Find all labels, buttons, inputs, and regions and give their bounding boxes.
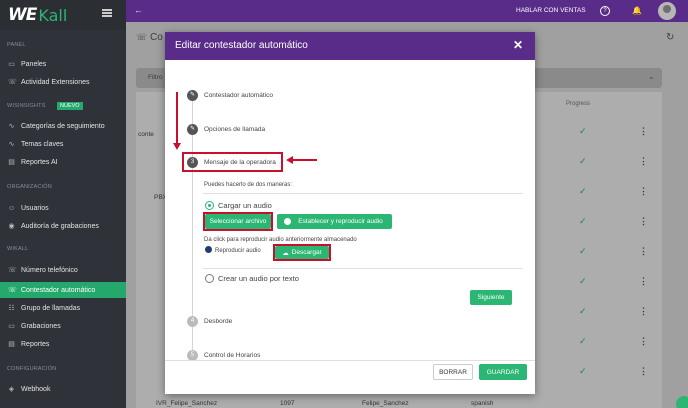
section-organizacion: ORGANIZACIÓN bbox=[7, 184, 52, 190]
divider bbox=[203, 268, 523, 269]
phone-icon: ☏ bbox=[8, 267, 17, 274]
logo-we: WE bbox=[8, 5, 37, 25]
bell-icon[interactable]: 🔔 bbox=[632, 6, 642, 15]
pencil-icon: ✎ bbox=[187, 90, 198, 101]
annotation-box bbox=[182, 152, 283, 172]
sidebar-item-label: Usuarios bbox=[21, 205, 49, 212]
sidebar-item-label: Auditoría de grabaciones bbox=[21, 223, 99, 230]
sidebar-item-temas[interactable]: ∿ Temas claves bbox=[0, 137, 126, 152]
sidebar: WE Kall PANEL ▭ Paneles ☏ Actividad Extens… bbox=[0, 0, 126, 408]
pencil-icon: ✎ bbox=[187, 124, 198, 135]
sidebar-item-label: Paneles bbox=[21, 61, 47, 68]
annotation-arrow-line bbox=[176, 92, 178, 144]
sidebar-item-label: Temas claves bbox=[21, 141, 64, 148]
help-icon[interactable]: ? bbox=[600, 6, 610, 16]
annotation-box bbox=[203, 212, 273, 231]
sidebar-item-label: Grabaciones bbox=[21, 323, 61, 330]
phone-icon: ☏ bbox=[8, 79, 17, 86]
add-icon bbox=[284, 218, 291, 225]
sidebar-item-actividad[interactable]: ☏ Actividad Extensiones bbox=[0, 75, 126, 90]
sidebar-item-label: Webhook bbox=[21, 386, 51, 393]
sidebar-item-label: Número telefónico bbox=[21, 267, 78, 274]
talk-to-sales-link[interactable]: HABLAR CON VENTAS bbox=[516, 7, 586, 14]
trend-icon: ∿ bbox=[8, 141, 15, 148]
sidebar-item-usuarios[interactable]: ☺ Usuarios bbox=[0, 201, 126, 216]
user-icon: ☺ bbox=[8, 205, 16, 212]
step-label[interactable]: Opciones de llamada bbox=[204, 126, 265, 133]
radio-text[interactable] bbox=[205, 274, 214, 283]
trend-icon: ∿ bbox=[8, 123, 15, 130]
sidebar-item-label: Reportes bbox=[21, 341, 50, 348]
report-icon: ▤ bbox=[8, 341, 15, 348]
modal-body: ✎ Contestador automático ✎ Opciones de l… bbox=[165, 60, 535, 360]
sidebar-item-label: Contestador automático bbox=[21, 286, 96, 294]
sidebar-item-numero[interactable]: ☏ Número telefónico bbox=[0, 263, 126, 278]
sidebar-item-reportes[interactable]: ▤ Reportes bbox=[0, 337, 126, 352]
radio-upload[interactable] bbox=[205, 201, 214, 210]
topbar: ← HABLAR CON VENTAS ? 🔔 bbox=[126, 0, 688, 22]
sidebar-item-label: Categorías de seguimiento bbox=[21, 123, 105, 130]
step-label[interactable]: Control de Horarios bbox=[204, 352, 260, 359]
intro-text: Puedes hacerlo de dos maneras: bbox=[204, 182, 293, 188]
annotation-arrowhead bbox=[173, 143, 181, 150]
clear-button[interactable]: BORRAR bbox=[433, 364, 473, 380]
close-icon[interactable]: ✕ bbox=[513, 38, 523, 52]
panel-icon: ▭ bbox=[8, 61, 15, 68]
step-label[interactable]: Desborde bbox=[204, 318, 232, 325]
sidebar-item-label: Reportes AI bbox=[21, 159, 58, 166]
play-label[interactable]: Reproducir audio bbox=[215, 248, 261, 254]
record-icon: ◉ bbox=[8, 223, 15, 230]
menu-toggle-icon[interactable] bbox=[102, 9, 112, 17]
establish-play-label: Establecer y reproducir audio bbox=[298, 218, 383, 225]
phone-icon: ☏ bbox=[8, 286, 17, 294]
section-wikall: WIKALL bbox=[7, 246, 29, 252]
next-button[interactable]: Siguiente bbox=[470, 290, 512, 305]
play-icon[interactable] bbox=[205, 246, 212, 253]
divider bbox=[203, 193, 523, 194]
option-upload-label: Cargar un audio bbox=[218, 201, 272, 210]
webhook-icon: ◈ bbox=[8, 386, 15, 393]
support-chat-icon[interactable] bbox=[676, 396, 688, 408]
sidebar-item-categorias[interactable]: ∿ Categorías de seguimiento bbox=[0, 119, 126, 134]
back-arrow-icon[interactable]: ← bbox=[134, 5, 143, 15]
section-wisinsights: WISINSIGHTS bbox=[7, 103, 46, 109]
step-number-icon: 5 bbox=[187, 350, 198, 360]
sidebar-item-contestador[interactable]: ☏ Contestador automático bbox=[0, 282, 126, 298]
sidebar-item-webhook[interactable]: ◈ Webhook bbox=[0, 382, 126, 397]
option-text-label: Crear un audio por texto bbox=[218, 274, 299, 283]
sidebar-item-grupo[interactable]: ☷ Grupo de llamadas bbox=[0, 301, 126, 316]
section-panel: PANEL bbox=[7, 42, 26, 48]
sidebar-item-reportes-ai[interactable]: ▤ Reportes AI bbox=[0, 155, 126, 170]
sidebar-item-auditoria[interactable]: ◉ Auditoría de grabaciones bbox=[0, 219, 126, 234]
annotation-arrowhead bbox=[286, 156, 293, 164]
group-icon: ☷ bbox=[8, 305, 15, 312]
establish-play-button[interactable]: Establecer y reproducir audio bbox=[277, 214, 392, 229]
save-button[interactable]: GUARDAR bbox=[479, 364, 527, 380]
annotation-arrow-line bbox=[292, 159, 317, 161]
section-configuracion: CONFIGURACIÓN bbox=[7, 366, 57, 372]
sidebar-item-label: Grupo de llamadas bbox=[21, 305, 81, 312]
avatar[interactable] bbox=[658, 2, 676, 20]
play-hint: Da click para reproducir audio anteriorm… bbox=[204, 237, 357, 243]
step-number-icon: 4 bbox=[187, 316, 198, 327]
modal-header: Editar contestador automático ✕ bbox=[165, 32, 535, 60]
modal-title: Editar contestador automático bbox=[175, 40, 308, 51]
footer-divider bbox=[165, 360, 535, 361]
annotation-box bbox=[273, 244, 331, 261]
sidebar-item-label: Actividad Extensiones bbox=[21, 79, 90, 86]
sidebar-item-paneles[interactable]: ▭ Paneles bbox=[0, 57, 126, 72]
edit-autoresponder-modal: Editar contestador automático ✕ ✎ Contes… bbox=[165, 32, 535, 394]
new-badge: NUEVO bbox=[57, 102, 83, 110]
report-icon: ▤ bbox=[8, 159, 15, 166]
step-label[interactable]: Contestador automático bbox=[204, 92, 273, 99]
logo-kall: Kall bbox=[38, 5, 68, 25]
sidebar-item-grabaciones[interactable]: ▭ Grabaciones bbox=[0, 319, 126, 334]
recording-icon: ▭ bbox=[8, 323, 15, 330]
